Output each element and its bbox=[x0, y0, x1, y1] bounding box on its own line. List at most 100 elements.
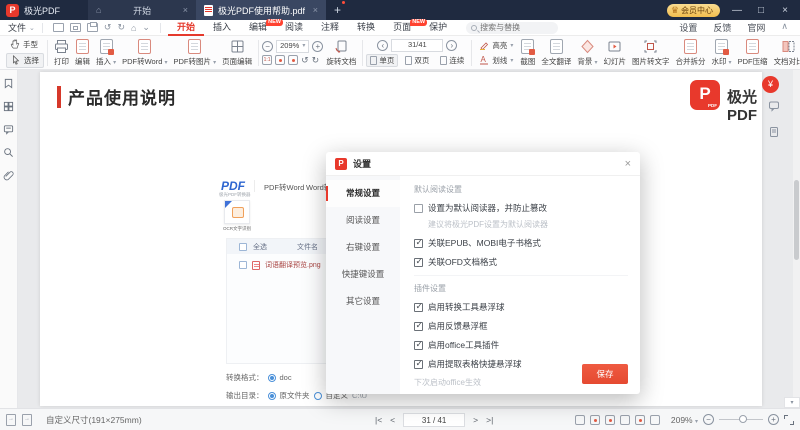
nav-other-settings[interactable]: 其它设置 bbox=[326, 288, 400, 315]
next-page-icon[interactable]: > bbox=[473, 415, 478, 425]
continuous-button[interactable]: 连续 bbox=[436, 54, 468, 67]
settings-link[interactable]: 设置 bbox=[679, 21, 697, 34]
thumbnails-icon[interactable] bbox=[3, 101, 14, 112]
tab-close-icon[interactable]: × bbox=[183, 5, 188, 15]
undo-icon[interactable]: ↺ bbox=[104, 22, 112, 33]
menu-tab-annotate[interactable]: 注释 bbox=[312, 20, 348, 36]
view-mode-3-icon[interactable] bbox=[605, 415, 615, 425]
checkbox-row-default-reader[interactable]: 设置为默认阅读器，并防止篡改 bbox=[414, 202, 628, 214]
menu-tab-read[interactable]: 阅读 bbox=[276, 20, 312, 36]
prev-page-icon[interactable]: < bbox=[390, 415, 395, 425]
collapse-ribbon-icon[interactable]: ∧ bbox=[781, 21, 788, 34]
website-link[interactable]: 官网 bbox=[747, 21, 765, 34]
zoom-slider[interactable] bbox=[719, 419, 763, 420]
scrollbar-thumb[interactable] bbox=[794, 180, 799, 260]
view-mode-6-icon[interactable] bbox=[650, 415, 660, 425]
pdf-compress-button[interactable]: PDF压缩 bbox=[735, 39, 771, 67]
view-mode-5-icon[interactable] bbox=[635, 415, 645, 425]
edit-button[interactable]: 编辑 bbox=[72, 39, 93, 67]
checkbox[interactable] bbox=[414, 322, 423, 331]
checkbox[interactable] bbox=[414, 239, 423, 248]
save-icon[interactable] bbox=[70, 23, 81, 32]
nav-reading-settings[interactable]: 阅读设置 bbox=[326, 207, 400, 234]
rotate-left-icon[interactable]: ↺ bbox=[301, 55, 309, 66]
menu-tab-home[interactable]: 开始 bbox=[168, 20, 204, 36]
doc-floating-icon[interactable] bbox=[768, 126, 780, 138]
checkbox-row-feedback-float[interactable]: 启用反馈悬浮框 bbox=[414, 320, 628, 332]
watermark-button[interactable]: 水印 ▾ bbox=[708, 39, 734, 67]
image-to-text-button[interactable]: 图片转文字 bbox=[629, 39, 673, 67]
zoom-slider-knob[interactable] bbox=[739, 415, 747, 423]
next-view-icon[interactable] bbox=[22, 414, 32, 426]
background-button[interactable]: 背景 ▾ bbox=[574, 39, 600, 67]
file-menu[interactable]: 文件 ⌄ bbox=[8, 21, 35, 34]
view-mode-2-icon[interactable] bbox=[590, 415, 600, 425]
search-panel-icon[interactable] bbox=[3, 147, 14, 158]
search-box[interactable] bbox=[466, 22, 558, 34]
checkbox-row-office-plugin[interactable]: 启用office工具插件 bbox=[414, 339, 628, 351]
checkbox[interactable] bbox=[414, 360, 423, 369]
member-center-button[interactable]: ♛ 会员中心 bbox=[667, 4, 720, 17]
screenshot-button[interactable]: 截图 bbox=[517, 39, 538, 67]
page-edit-button[interactable]: 页面编辑 bbox=[219, 39, 255, 67]
nav-rightclick-settings[interactable]: 右键设置 bbox=[326, 234, 400, 261]
menu-tab-convert[interactable]: 转换 bbox=[348, 20, 384, 36]
select-tool-button[interactable]: 选择 bbox=[6, 53, 44, 68]
home-icon[interactable]: ⌂ bbox=[131, 23, 136, 33]
prev-view-icon[interactable] bbox=[6, 414, 16, 426]
single-page-button[interactable]: 单页 bbox=[366, 54, 398, 67]
customize-toolbar-icon[interactable]: ⌄ bbox=[142, 22, 150, 33]
menu-tab-protect[interactable]: 保护 bbox=[420, 20, 456, 36]
save-button[interactable]: 保存 bbox=[582, 364, 628, 384]
new-tab-button[interactable]: + bbox=[334, 3, 341, 17]
menu-tab-page[interactable]: 页面NEW bbox=[384, 20, 420, 36]
bookmark-icon[interactable] bbox=[3, 78, 14, 89]
doc-compare-button[interactable]: 文档对比 bbox=[771, 39, 800, 67]
last-page-icon[interactable]: >| bbox=[486, 415, 493, 425]
translate-button[interactable]: 全文翻译 bbox=[538, 39, 574, 67]
first-page-icon[interactable]: |< bbox=[375, 415, 382, 425]
merge-split-button[interactable]: 合并拆分 bbox=[672, 39, 708, 67]
zoom-out-button[interactable]: − bbox=[262, 41, 273, 52]
scroll-down-icon[interactable]: ▾ bbox=[784, 397, 800, 408]
tab-document[interactable]: 极光PDF使用帮助.pdf × bbox=[196, 0, 326, 20]
pdf-to-word-button[interactable]: PDF转Word ▾ bbox=[119, 39, 170, 67]
print-button[interactable]: 打印 bbox=[51, 39, 72, 67]
nav-shortcut-settings[interactable]: 快捷键设置 bbox=[326, 261, 400, 288]
page-number-input[interactable]: 31 / 41 bbox=[403, 413, 465, 427]
fit-width-button[interactable] bbox=[288, 55, 298, 65]
rotate-right-icon[interactable]: ↻ bbox=[312, 55, 320, 66]
zoom-in-icon[interactable]: + bbox=[768, 414, 779, 425]
maximize-button[interactable]: □ bbox=[754, 5, 768, 16]
fit-page-button[interactable] bbox=[275, 55, 285, 65]
open-file-icon[interactable] bbox=[53, 23, 64, 32]
dialog-close-icon[interactable]: × bbox=[625, 158, 631, 170]
double-page-button[interactable]: 双页 bbox=[401, 54, 433, 67]
prev-page-button[interactable]: ‹ bbox=[377, 40, 388, 51]
quick-print-icon[interactable] bbox=[87, 23, 98, 32]
vertical-scrollbar[interactable]: ▾ bbox=[793, 70, 800, 408]
feedback-link[interactable]: 反馈 bbox=[713, 21, 731, 34]
view-mode-1-icon[interactable] bbox=[575, 415, 585, 425]
view-mode-4-icon[interactable] bbox=[620, 415, 630, 425]
checkbox[interactable] bbox=[414, 303, 423, 312]
pdf-to-image-button[interactable]: PDF转图片 ▾ bbox=[171, 39, 220, 67]
menu-tab-edit[interactable]: 编辑NEW bbox=[240, 20, 276, 36]
rotate-document-button[interactable]: 旋转文档 bbox=[323, 39, 359, 67]
tab-close-icon[interactable]: × bbox=[313, 5, 318, 15]
zoom-in-button[interactable]: + bbox=[312, 41, 323, 52]
nav-general-settings[interactable]: 常规设置 bbox=[326, 180, 400, 207]
checkbox[interactable] bbox=[414, 258, 423, 267]
next-page-button[interactable]: › bbox=[446, 40, 457, 51]
highlight-button[interactable]: 高亮▾ bbox=[475, 39, 517, 52]
zoom-out-icon[interactable]: − bbox=[703, 414, 714, 425]
checkbox-row-convert-ball[interactable]: 启用转换工具悬浮球 bbox=[414, 301, 628, 313]
page-indicator[interactable]: 31/41 bbox=[391, 39, 443, 52]
minimize-button[interactable]: — bbox=[730, 5, 744, 16]
checkbox-row-ofd[interactable]: 关联OFD文档格式 bbox=[414, 256, 628, 268]
checkbox-row-epub-mobi[interactable]: 关联EPUB、MOBI电子书格式 bbox=[414, 237, 628, 249]
actual-size-button[interactable]: 1:1 bbox=[262, 55, 272, 65]
tab-home[interactable]: ⌂ 开始 × bbox=[88, 0, 196, 20]
close-button[interactable]: × bbox=[778, 5, 792, 16]
chat-floating-icon[interactable] bbox=[768, 100, 780, 112]
